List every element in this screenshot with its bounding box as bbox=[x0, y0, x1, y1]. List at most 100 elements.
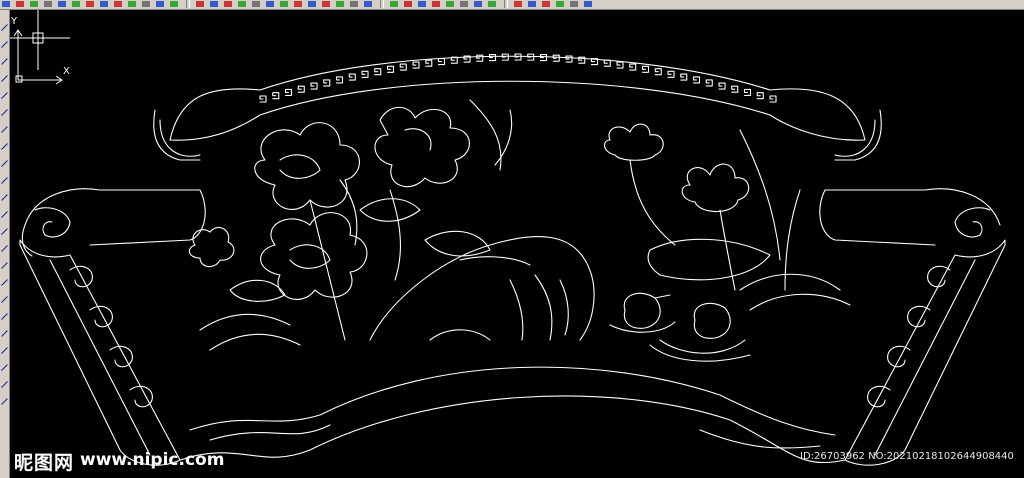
erase-icon bbox=[1, 347, 8, 354]
mtext-icon bbox=[1, 330, 8, 337]
green-block-button[interactable] bbox=[70, 0, 81, 8]
table-tool-button[interactable] bbox=[1, 305, 8, 320]
quickcalc-icon bbox=[474, 1, 482, 7]
make-block-tool-button[interactable] bbox=[1, 220, 8, 235]
hatch-icon bbox=[1, 262, 8, 269]
model-space-canvas[interactable]: Y X bbox=[10, 10, 1024, 478]
ellipse-tool-button[interactable] bbox=[1, 169, 8, 184]
mtext-tool-button[interactable] bbox=[1, 322, 8, 337]
hatch-button[interactable] bbox=[554, 0, 565, 8]
toolbar-separator bbox=[380, 0, 384, 8]
draw-toolbar bbox=[0, 10, 10, 478]
polyline-icon bbox=[1, 58, 8, 65]
text-button[interactable] bbox=[512, 0, 523, 8]
copy-icon bbox=[1, 364, 8, 371]
plot-button[interactable] bbox=[208, 0, 219, 8]
region-button[interactable] bbox=[568, 0, 579, 8]
snap-button[interactable] bbox=[98, 0, 109, 8]
arc-tool-button[interactable] bbox=[1, 101, 8, 116]
table-icon bbox=[1, 313, 8, 320]
polyline-tool-button[interactable] bbox=[1, 50, 8, 65]
cut-button[interactable] bbox=[306, 0, 317, 8]
calc-button[interactable] bbox=[278, 0, 289, 8]
hatch-tool-button[interactable] bbox=[1, 254, 8, 269]
pan-button[interactable] bbox=[362, 0, 373, 8]
ellipse-arc-icon bbox=[1, 194, 8, 201]
lwt-button[interactable] bbox=[168, 0, 179, 8]
paste-icon bbox=[322, 1, 330, 7]
circle-icon bbox=[1, 126, 8, 133]
fan-artwork bbox=[19, 53, 1006, 466]
lock-button[interactable] bbox=[582, 0, 593, 8]
zoom-button[interactable] bbox=[388, 0, 399, 8]
revision-cloud-tool-button[interactable] bbox=[1, 135, 8, 150]
insert-block-icon bbox=[1, 211, 8, 218]
calc-icon bbox=[280, 1, 288, 7]
model-button[interactable] bbox=[194, 0, 205, 8]
ortho-icon bbox=[114, 1, 122, 7]
help-button[interactable] bbox=[486, 0, 497, 8]
line-tool-button[interactable] bbox=[1, 16, 8, 31]
gradient-tool-button[interactable] bbox=[1, 271, 8, 286]
cloud-motifs bbox=[69, 265, 951, 408]
ortho-button[interactable] bbox=[112, 0, 123, 8]
grid-button[interactable] bbox=[56, 0, 67, 8]
circle-tool-button[interactable] bbox=[1, 118, 8, 133]
ellipse-icon bbox=[1, 177, 8, 184]
layer-button[interactable] bbox=[14, 0, 25, 8]
undo-icon bbox=[336, 1, 344, 7]
spline-icon bbox=[1, 160, 8, 167]
undo-button[interactable] bbox=[334, 0, 345, 8]
otrack-button[interactable] bbox=[154, 0, 165, 8]
leader-button[interactable] bbox=[540, 0, 551, 8]
block-icon bbox=[294, 1, 302, 7]
tool-palette-button[interactable] bbox=[430, 0, 441, 8]
polygon-tool-button[interactable] bbox=[1, 67, 8, 82]
text-icon bbox=[514, 1, 522, 7]
blue-button[interactable] bbox=[84, 0, 95, 8]
markup-icon bbox=[460, 1, 468, 7]
ellipse-arc-tool-button[interactable] bbox=[1, 186, 8, 201]
copy-icon bbox=[44, 1, 52, 7]
publish-button[interactable] bbox=[236, 0, 247, 8]
sheet-set-button[interactable] bbox=[444, 0, 455, 8]
point-tool-button[interactable] bbox=[1, 237, 8, 252]
dim-button[interactable] bbox=[526, 0, 537, 8]
insert-block-tool-button[interactable] bbox=[1, 203, 8, 218]
bottom-band bbox=[179, 366, 846, 464]
block-button[interactable] bbox=[292, 0, 303, 8]
nipic-url[interactable]: www.nipic.com bbox=[80, 450, 224, 470]
match-button[interactable] bbox=[250, 0, 261, 8]
quickcalc-button[interactable] bbox=[472, 0, 483, 8]
design-center-button[interactable] bbox=[416, 0, 427, 8]
table-button[interactable] bbox=[264, 0, 275, 8]
arrow-button[interactable] bbox=[0, 0, 11, 8]
redo-button[interactable] bbox=[348, 0, 359, 8]
copy-tool-button[interactable] bbox=[1, 356, 8, 371]
mirror-tool-button[interactable] bbox=[1, 373, 8, 388]
construction-line-tool-button[interactable] bbox=[1, 33, 8, 48]
preview-button[interactable] bbox=[222, 0, 233, 8]
paste-button[interactable] bbox=[320, 0, 331, 8]
top-key-pattern bbox=[259, 53, 777, 103]
osnap-button[interactable] bbox=[140, 0, 151, 8]
properties-icon bbox=[404, 1, 412, 7]
erase-tool-button[interactable] bbox=[1, 339, 8, 354]
red-x-button[interactable] bbox=[28, 0, 39, 8]
offset-tool-button[interactable] bbox=[1, 390, 8, 405]
polar-button[interactable] bbox=[126, 0, 137, 8]
crosshair-cursor-icon bbox=[10, 10, 70, 70]
plot-icon bbox=[210, 1, 218, 7]
lock-icon bbox=[584, 1, 592, 7]
rectangle-tool-button[interactable] bbox=[1, 84, 8, 99]
properties-button[interactable] bbox=[402, 0, 413, 8]
publish-icon bbox=[238, 1, 246, 7]
line-icon bbox=[1, 24, 8, 31]
arrow-icon bbox=[2, 1, 10, 7]
markup-button[interactable] bbox=[458, 0, 469, 8]
region-tool-button[interactable] bbox=[1, 288, 8, 303]
nipic-logo: 昵图网 bbox=[14, 452, 75, 474]
table-icon bbox=[266, 1, 274, 7]
spline-tool-button[interactable] bbox=[1, 152, 8, 167]
copy-button[interactable] bbox=[42, 0, 53, 8]
